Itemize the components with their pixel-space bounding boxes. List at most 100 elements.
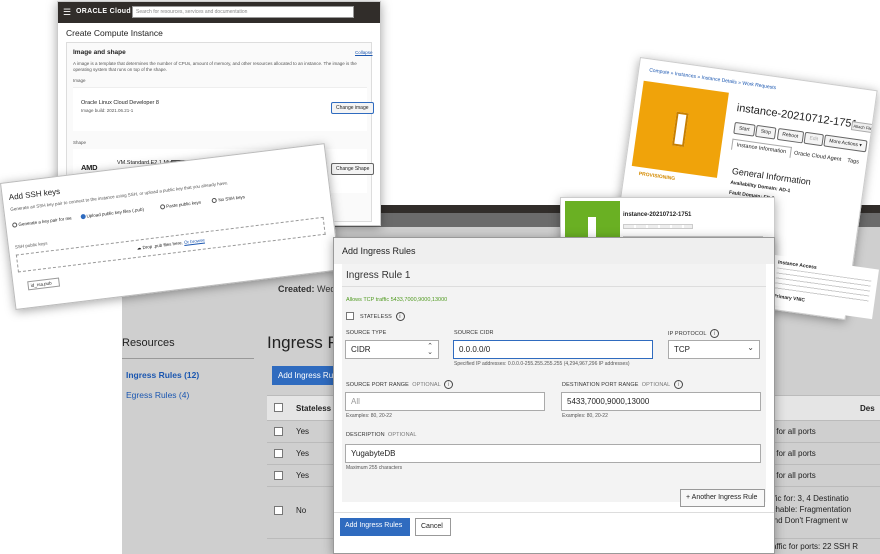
select-all-checkbox[interactable] bbox=[274, 403, 283, 412]
upload-icon: ☁ bbox=[136, 245, 142, 251]
row-checkbox[interactable] bbox=[274, 427, 283, 436]
instance-icon bbox=[588, 217, 596, 239]
browse-link[interactable]: Or browse bbox=[184, 238, 205, 245]
hamburger-icon[interactable]: ☰ bbox=[63, 7, 71, 18]
ingress-rules-link[interactable]: Ingress Rules (12) bbox=[126, 370, 199, 380]
search-input[interactable]: Search for resources, services and docum… bbox=[132, 6, 354, 18]
collapse-link[interactable]: Collapse bbox=[355, 50, 373, 55]
tab-tags[interactable]: Tags bbox=[847, 158, 859, 166]
edit-button[interactable]: Edit bbox=[803, 131, 824, 147]
resources-divider bbox=[122, 358, 254, 359]
opt-upload-label: Upload public key files (.pub) bbox=[86, 206, 145, 219]
another-ingress-rule-button[interactable]: + Another Ingress Rule bbox=[680, 489, 765, 507]
row-checkbox[interactable] bbox=[274, 449, 283, 458]
source-cidr-input[interactable]: 0.0.0.0/0 bbox=[453, 340, 653, 359]
info-icon[interactable]: i bbox=[709, 329, 719, 338]
cancel-button[interactable]: Cancel bbox=[415, 518, 451, 536]
col-stateless: Stateless bbox=[296, 404, 332, 413]
row-desc: c for all ports bbox=[770, 427, 816, 436]
radio-paste[interactable] bbox=[159, 204, 166, 210]
info-icon[interactable]: i bbox=[444, 380, 454, 389]
more-actions-button[interactable]: More Actions ▾ bbox=[823, 134, 868, 153]
source-type-label: SOURCE TYPE bbox=[346, 330, 387, 336]
ip-protocol-text: IP PROTOCOL bbox=[668, 330, 707, 337]
opt-none-label: No SSH keys bbox=[218, 194, 246, 203]
footer-divider bbox=[334, 512, 774, 513]
public-keys-label: SSH public keys bbox=[14, 240, 48, 250]
image-name: Oracle Linux Cloud Developer 8 bbox=[81, 100, 159, 106]
source-type-select[interactable]: CIDR ⌃ ⌄ bbox=[345, 340, 439, 359]
resources-title: Resources bbox=[122, 337, 175, 349]
reboot-button[interactable]: Reboot bbox=[776, 127, 804, 144]
row-stateless: No bbox=[296, 506, 307, 515]
dest-port-hint: Examples: 80, 20-22 bbox=[562, 413, 608, 419]
image-label: Image bbox=[73, 78, 86, 83]
add-ingress-rules-dialog: Add Ingress Rules Ingress Rule 1 Allows … bbox=[333, 237, 775, 554]
info-icon[interactable]: i bbox=[673, 380, 683, 389]
row-checkbox[interactable] bbox=[274, 506, 283, 515]
add-ingress-rules-button[interactable]: Add Ingress Rules bbox=[340, 518, 410, 536]
ip-protocol-value: TCP bbox=[674, 345, 690, 354]
description-input[interactable]: YugabyteDB bbox=[345, 444, 761, 463]
row-desc: c for all ports bbox=[770, 471, 816, 480]
source-cidr-hint: Specified IP addresses: 0.0.0.0-255.255.… bbox=[454, 361, 630, 367]
image-card: Oracle Linux Cloud Developer 8 Image bui… bbox=[73, 87, 374, 131]
chevron-down-icon: ▾ bbox=[858, 142, 863, 149]
radio-none[interactable] bbox=[211, 197, 218, 204]
instance-state-icon bbox=[631, 80, 729, 178]
shape-label: Shape bbox=[73, 140, 87, 145]
small-action-bar bbox=[623, 224, 693, 229]
updown-icon: ⌃ ⌄ bbox=[427, 343, 433, 356]
dialog-title: Add Ingress Rules bbox=[334, 238, 774, 264]
created-label: Created: bbox=[278, 284, 315, 294]
egress-rules-link[interactable]: Egress Rules (4) bbox=[126, 390, 189, 400]
file-chip[interactable]: id_rsa.pub bbox=[27, 277, 61, 291]
allows-text: Allows TCP traffic 5433,7000,9000,13000 bbox=[346, 297, 448, 303]
row-desc: c for all ports bbox=[770, 449, 816, 458]
stateless-label: STATELESS i bbox=[360, 312, 405, 321]
dest-port-input[interactable]: 5433,7000,9000,13000 bbox=[561, 392, 761, 411]
dest-port-text: DESTINATION PORT RANGE bbox=[562, 381, 639, 388]
col-description: Des bbox=[860, 404, 875, 413]
source-port-text: SOURCE PORT RANGE bbox=[346, 381, 409, 388]
source-cidr-label: SOURCE CIDR bbox=[454, 330, 494, 336]
stateless-text: STATELESS bbox=[360, 313, 392, 320]
source-type-value: CIDR bbox=[351, 345, 371, 354]
small-instance-name: instance-20210712-1751 bbox=[623, 212, 692, 218]
image-description: A image is a template that determines th… bbox=[73, 61, 357, 72]
change-image-button[interactable]: Change image bbox=[331, 102, 374, 114]
add-ingress-rule-button[interactable]: Add Ingress Rule bbox=[272, 366, 342, 385]
info-icon[interactable]: i bbox=[395, 312, 405, 321]
oracle-header: ☰ ORACLE Cloud Search for resources, ser… bbox=[58, 2, 380, 23]
section-title: Image and shape bbox=[73, 49, 126, 56]
more-actions-label: More Actions bbox=[828, 138, 859, 149]
ssh-title: Add SSH keys bbox=[8, 186, 61, 202]
tab-oracle-cloud-agent[interactable]: Oracle Cloud Agent bbox=[794, 150, 842, 163]
row-stateless: Yes bbox=[296, 449, 310, 458]
page-title: Create Compute Instance bbox=[66, 28, 163, 38]
source-port-input[interactable]: All bbox=[345, 392, 545, 411]
opt-paste-label: Paste public keys bbox=[165, 199, 202, 209]
row-stateless: Yes bbox=[296, 427, 310, 436]
radio-upload[interactable] bbox=[80, 214, 86, 220]
row-stateless: Yes bbox=[296, 471, 310, 480]
chevron-down-icon: ⌄ bbox=[747, 343, 754, 352]
rule-title: Ingress Rule 1 bbox=[346, 270, 411, 281]
change-shape-button[interactable]: Change Shape bbox=[331, 163, 375, 175]
ip-protocol-select[interactable]: TCP ⌄ bbox=[668, 340, 760, 359]
optional-text: OPTIONAL bbox=[387, 432, 417, 438]
drop-text: Drop .pub files here. bbox=[142, 240, 184, 251]
optional-text: OPTIONAL bbox=[412, 381, 441, 388]
oracle-logo[interactable]: ORACLE Cloud bbox=[76, 8, 131, 15]
ingress-rule-card: Ingress Rule 1 Allows TCP traffic 5433,7… bbox=[342, 264, 766, 502]
stateless-checkbox[interactable] bbox=[346, 312, 354, 320]
start-button[interactable]: Start bbox=[733, 121, 756, 137]
source-port-label: SOURCE PORT RANGE OPTIONAL i bbox=[346, 380, 454, 389]
ip-protocol-label: IP PROTOCOL i bbox=[668, 329, 719, 338]
attach-badge[interactable]: Attach Files bbox=[850, 121, 877, 134]
tab-instance-information[interactable]: Instance Information bbox=[731, 138, 792, 158]
row-checkbox[interactable] bbox=[274, 471, 283, 480]
stop-button[interactable]: Stop bbox=[754, 124, 777, 140]
radio-generate[interactable] bbox=[11, 222, 18, 229]
description-label: DESCRIPTION OPTIONAL bbox=[346, 432, 417, 438]
